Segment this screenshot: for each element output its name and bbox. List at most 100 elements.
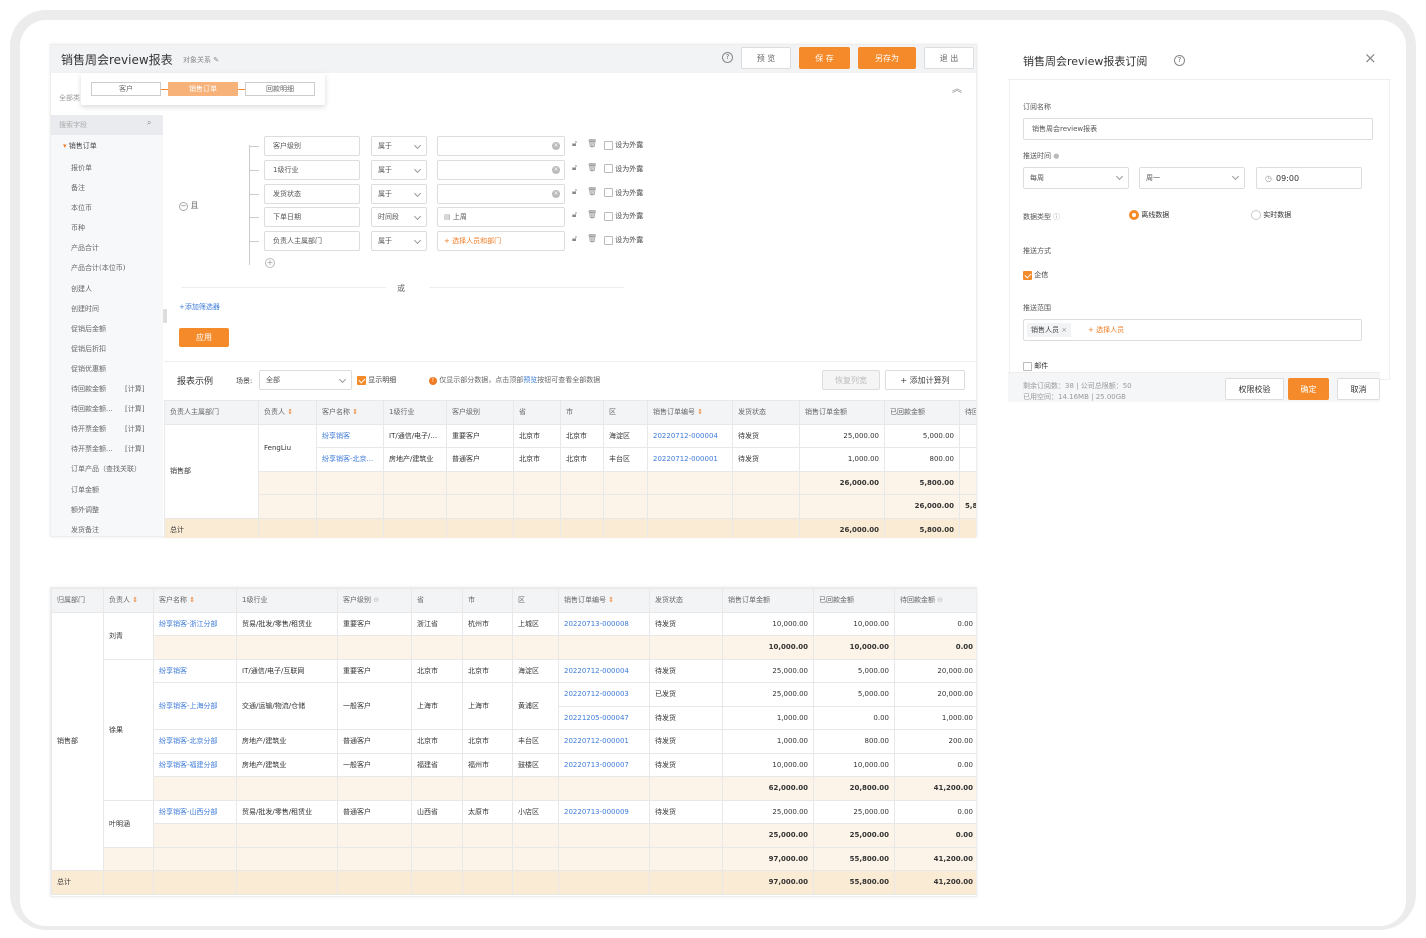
column-header[interactable]: 1级行业 <box>236 588 338 613</box>
condition-field[interactable]: 1级行业 <box>264 159 360 180</box>
sidebar-field-item[interactable]: 产品合计 <box>51 238 163 258</box>
sidebar-field-item[interactable]: 促销后金额 <box>51 319 163 339</box>
condition-value-input[interactable]: × <box>437 183 565 204</box>
column-header[interactable]: 客户名称 ⇕ <box>153 588 237 613</box>
method-qixin[interactable]: 企信 <box>1023 270 1048 280</box>
cell-order-link[interactable]: 20220712-000003 <box>558 682 650 707</box>
condition-field[interactable]: 客户级别 <box>264 136 360 156</box>
column-header[interactable]: 负责人 ⇕ <box>258 400 317 425</box>
field-search-input[interactable]: 搜索字段 ⌕ <box>51 115 163 135</box>
collapse-icon[interactable]: ︽ <box>952 80 962 95</box>
sidebar-field-item[interactable]: 订单金额 <box>51 480 163 500</box>
sort-icon[interactable]: ⇕ <box>350 408 358 416</box>
condition-operator[interactable]: 属于 <box>371 159 427 180</box>
sidebar-field-item[interactable]: 创建时间 <box>51 299 163 319</box>
mail-option[interactable]: 邮件 <box>1023 361 1048 371</box>
sidebar-field-item[interactable]: 促销优惠额 <box>51 359 163 379</box>
sidebar-field-item[interactable]: 币种 <box>51 218 163 238</box>
column-header[interactable]: 销售订单金额 <box>799 400 885 425</box>
cell-customer-link[interactable]: 纷享销客-北京分部 <box>153 729 237 754</box>
condition-operator[interactable]: 时间段 <box>371 207 427 228</box>
expose-option[interactable]: 设为外露 <box>604 235 643 245</box>
confirm-button[interactable]: 确定 <box>1288 378 1329 400</box>
permission-check-button[interactable]: 权限校验 <box>1225 378 1284 400</box>
column-header[interactable]: 客户级别 ⊖ <box>337 588 412 613</box>
column-header[interactable]: 区 <box>603 400 648 425</box>
weekday-select[interactable]: 周一 <box>1139 167 1245 189</box>
sidebar-field-item[interactable]: 发货备注 <box>51 520 163 536</box>
trash-icon[interactable]: 🗑︎ <box>587 234 597 243</box>
column-header[interactable]: 负责人 ⇕ <box>103 588 154 613</box>
trash-icon[interactable]: 🗑︎ <box>587 210 597 219</box>
tab-sales-order[interactable]: 销售订单 <box>168 82 238 96</box>
select-person-link[interactable]: + 选择人员 <box>1088 325 1124 335</box>
expose-option[interactable]: 设为外露 <box>604 140 643 150</box>
cell-order-link[interactable]: 20220712-000004 <box>647 423 733 448</box>
qixin-checkbox[interactable] <box>1023 270 1032 280</box>
tab-customer[interactable]: 客户 <box>91 82 161 96</box>
mail-checkbox[interactable] <box>1023 361 1032 371</box>
expose-checkbox[interactable] <box>604 140 613 150</box>
column-header[interactable]: 归属部门 <box>51 588 104 613</box>
sort-icon[interactable]: ⇕ <box>285 408 293 416</box>
preview-button[interactable]: 预 览 <box>741 47 791 69</box>
offline-radio[interactable]: 离线数据 <box>1129 210 1169 220</box>
column-menu-icon[interactable]: ⊖ <box>935 596 943 604</box>
name-input[interactable]: 销售周会review报表 <box>1023 118 1373 140</box>
condition-value-date[interactable]: ▤ 上周 <box>437 207 565 228</box>
cell-order-link[interactable]: 20220713-000007 <box>558 752 650 777</box>
cell-order-link[interactable]: 20220712-000001 <box>647 447 733 472</box>
cell-order-link[interactable]: 20221205-000047 <box>558 705 650 730</box>
apply-button[interactable]: 应用 <box>179 328 229 347</box>
lock-icon[interactable]: 🔓︎ <box>572 187 577 197</box>
sidebar-field-item[interactable]: 待回款金额... [计算] <box>51 399 163 419</box>
sidebar-field-item[interactable]: 待回款金额 [计算] <box>51 379 163 399</box>
cell-customer-link[interactable]: 纷享销客 <box>153 658 237 683</box>
column-header[interactable]: 销售订单金额 <box>722 588 814 613</box>
clear-icon[interactable]: × <box>552 165 560 174</box>
column-header[interactable]: 待回 <box>959 400 976 425</box>
expose-checkbox[interactable] <box>604 164 613 174</box>
column-header[interactable]: 市 <box>560 400 604 425</box>
expose-option[interactable]: 设为外露 <box>604 188 643 198</box>
offline-radio-dot[interactable] <box>1129 210 1139 220</box>
column-header[interactable]: 市 <box>462 588 513 613</box>
column-header[interactable]: 待回款金额 ⊖ <box>894 588 976 613</box>
cell-order-link[interactable]: 20220713-000008 <box>558 611 650 636</box>
cell-customer-link[interactable]: 纷享销客 <box>316 423 384 448</box>
column-header[interactable]: 销售订单编号 ⇕ <box>558 588 650 613</box>
column-header[interactable]: 省 <box>513 400 561 425</box>
clear-icon[interactable]: × <box>552 142 560 150</box>
column-header[interactable]: 销售订单编号 ⇕ <box>647 400 733 425</box>
show-detail-checkbox[interactable] <box>357 375 366 385</box>
column-header[interactable]: 已回款金额 <box>884 400 960 425</box>
condition-operator[interactable]: 属于 <box>371 136 427 156</box>
frequency-select[interactable]: 每周 <box>1023 167 1129 189</box>
expose-option[interactable]: 设为外露 <box>604 211 643 221</box>
cell-order-link[interactable]: 20220712-000001 <box>558 729 650 754</box>
column-header[interactable]: 1级行业 <box>383 400 447 425</box>
hint-preview-link[interactable]: 预览 <box>523 376 537 384</box>
condition-field[interactable]: 发货状态 <box>264 183 360 204</box>
column-header[interactable]: 发货状态 <box>649 588 723 613</box>
column-header[interactable]: 客户级别 <box>446 400 514 425</box>
sort-icon[interactable]: ⇕ <box>695 408 703 416</box>
sidebar-field-item[interactable]: 备注 <box>51 178 163 198</box>
tab-payment-detail[interactable]: 回款明细 <box>245 82 315 96</box>
condition-value-picker[interactable]: + 选择人员和部门 <box>437 231 565 252</box>
column-header[interactable]: 区 <box>512 588 559 613</box>
time-input[interactable]: ◷ 09:00 <box>1256 167 1362 189</box>
sidebar-field-item[interactable]: 报价单 <box>51 158 163 178</box>
expose-checkbox[interactable] <box>604 235 613 245</box>
sidebar-field-item[interactable]: 本位币 <box>51 198 163 218</box>
subscribe-help-icon[interactable]: ? <box>1174 55 1185 66</box>
condition-field[interactable]: 负责人主属部门 <box>264 231 360 252</box>
add-filter-link[interactable]: +添加筛选器 <box>179 302 220 312</box>
column-menu-icon[interactable]: ⊖ <box>371 596 379 604</box>
sidebar-field-item[interactable]: 订单产品（查找关联） <box>51 459 163 479</box>
lock-icon[interactable]: 🔓︎ <box>572 139 577 149</box>
add-calc-column-button[interactable]: + 添加计算列 <box>885 370 965 390</box>
sidebar-field-item[interactable]: 额外调整 <box>51 500 163 520</box>
cell-customer-link[interactable]: 纷享销客-上海分部 <box>153 682 237 730</box>
sort-icon[interactable]: ⇕ <box>606 596 614 604</box>
